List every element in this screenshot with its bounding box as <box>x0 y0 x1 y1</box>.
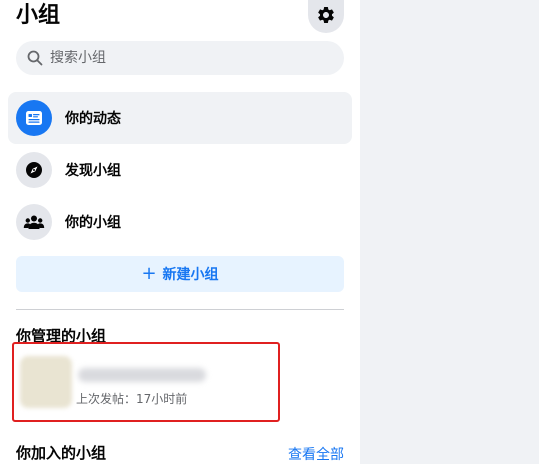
nav-item-your-groups[interactable]: 你的小组 <box>8 196 352 248</box>
nav-label-discover: 发现小组 <box>65 163 121 179</box>
group-avatar <box>20 356 72 408</box>
search-icon <box>26 49 44 67</box>
compass-icon <box>16 152 52 188</box>
settings-button[interactable] <box>308 0 344 33</box>
group-name-redacted <box>78 368 206 382</box>
create-group-button[interactable]: + 新建小组 <box>16 256 344 292</box>
groups-icon <box>16 204 52 240</box>
nav-item-discover[interactable]: 发现小组 <box>8 144 352 196</box>
nav-item-your-feed[interactable]: 你的动态 <box>8 92 352 144</box>
feed-icon <box>16 100 52 136</box>
group-last-post-time: 上次发帖：17小时前 <box>76 392 188 406</box>
see-all-link[interactable]: 查看全部 <box>288 444 344 464</box>
plus-icon: + <box>141 263 157 284</box>
joined-groups-heading: 你加入的小组 <box>16 444 107 462</box>
create-group-label: 新建小组 <box>162 267 219 283</box>
divider <box>16 309 344 310</box>
gear-icon <box>316 5 336 29</box>
search-bar[interactable] <box>16 41 344 75</box>
groups-sidebar: 小组 你的动态 <box>0 0 360 464</box>
search-input[interactable] <box>50 50 310 66</box>
main-content-area <box>360 0 539 464</box>
nav-label-your-groups: 你的小组 <box>65 215 121 231</box>
nav-label-your-feed: 你的动态 <box>65 111 121 127</box>
page-title: 小组 <box>16 3 61 28</box>
managed-group-item[interactable]: 上次发帖：17小时前 <box>12 342 280 422</box>
